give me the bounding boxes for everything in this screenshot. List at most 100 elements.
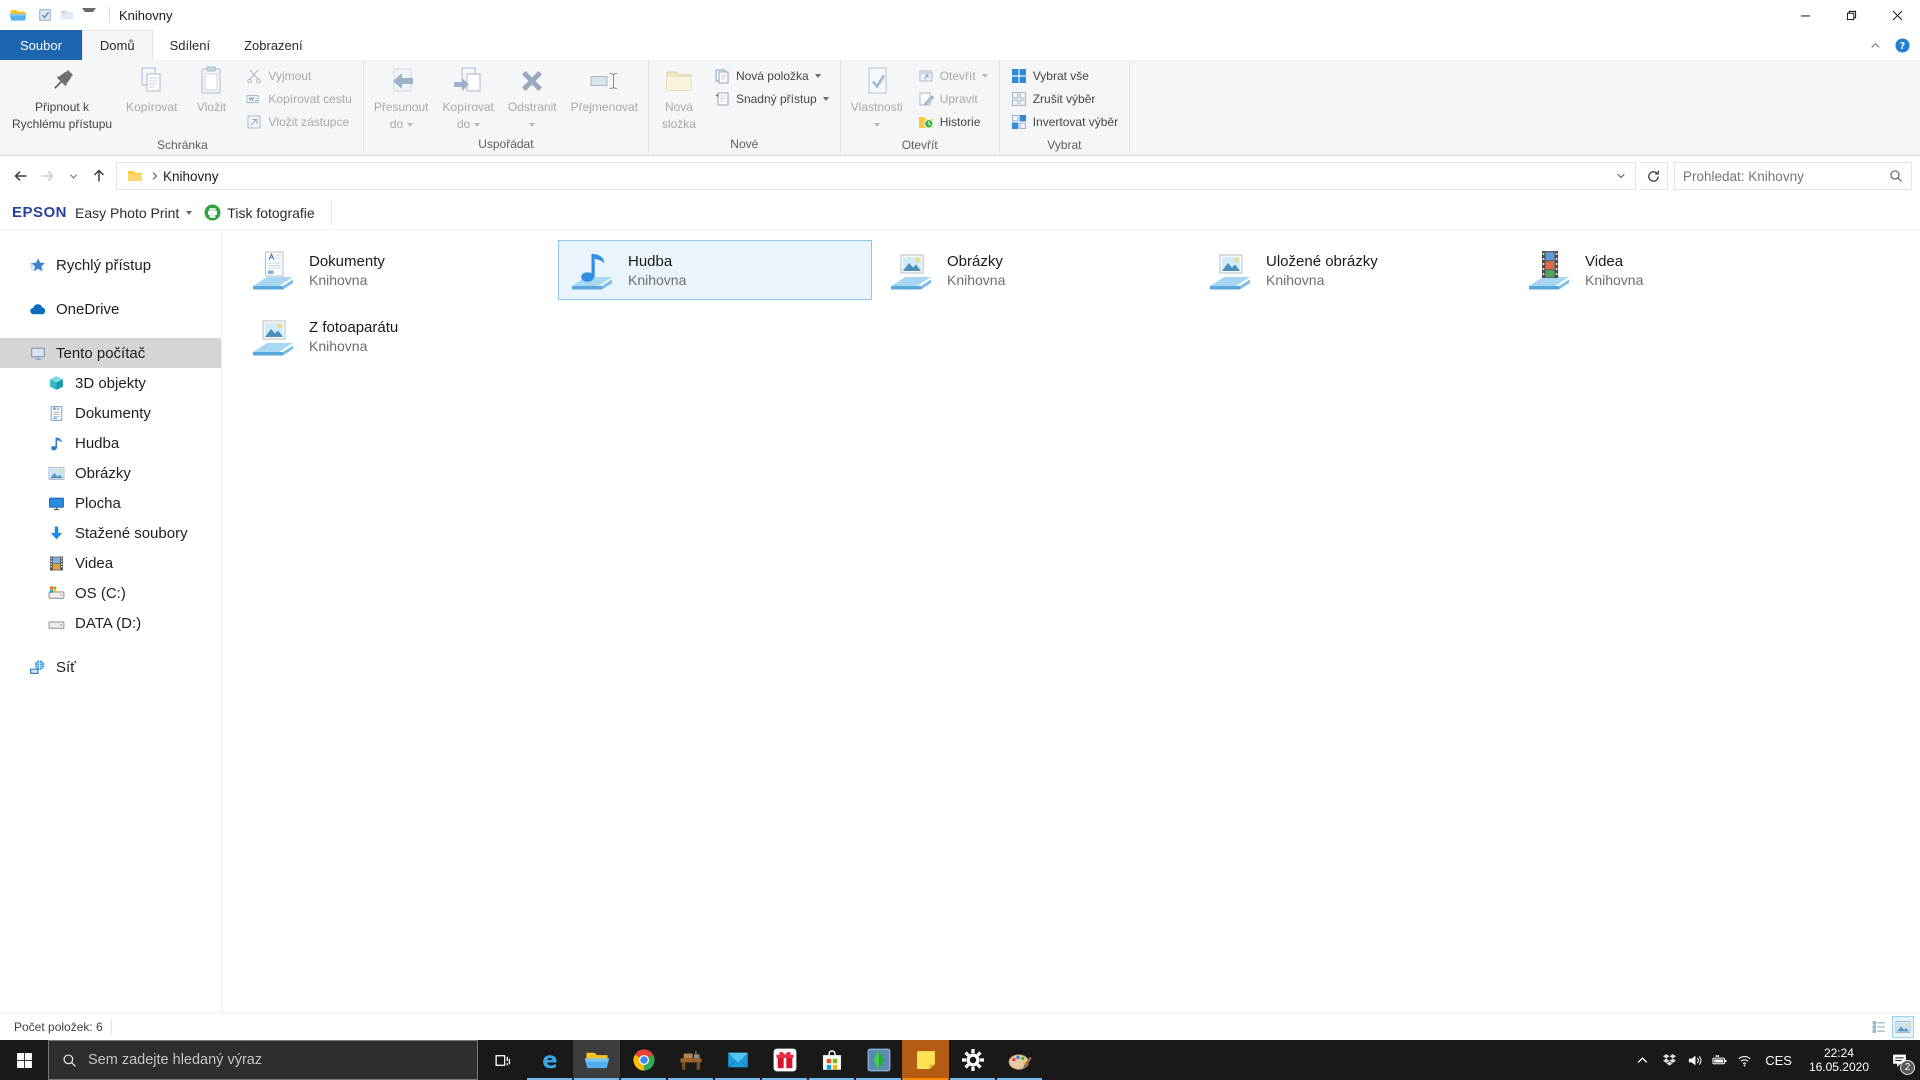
taskbar-app-edge[interactable]: e bbox=[526, 1040, 573, 1080]
ribbon-button-vlastnosti[interactable]: Vlastnosti bbox=[844, 60, 910, 131]
sidebar-item-3d-objekty[interactable]: 3D objekty bbox=[0, 368, 221, 398]
tab-zobrazeni[interactable]: Zobrazení bbox=[227, 30, 320, 60]
battery-button[interactable] bbox=[1707, 1040, 1732, 1080]
dropdown-caret-icon bbox=[473, 122, 480, 127]
restore-button[interactable] bbox=[1828, 0, 1874, 30]
action-center-button[interactable]: 2 bbox=[1878, 1040, 1920, 1080]
print-photo-button[interactable]: Tisk fotografie bbox=[227, 205, 314, 221]
sidebar-item-dokumenty[interactable]: Dokumenty bbox=[0, 398, 221, 428]
sidebar-item-rychly-pristup[interactable]: Rychlý přístup bbox=[0, 250, 221, 280]
show-hidden-icons-button[interactable] bbox=[1627, 1040, 1657, 1080]
ribbon-button-nova-polozka[interactable]: Nová položka bbox=[710, 65, 833, 86]
folder-view[interactable]: Dokumenty Knihovna Hudba Knihovna Obrázky Kni… bbox=[222, 230, 1920, 1012]
cheat-engine-icon bbox=[678, 1047, 704, 1073]
taskbar-app-sticky-notes[interactable] bbox=[902, 1040, 949, 1080]
library-tile-videa[interactable]: Videa Knihovna bbox=[1515, 240, 1829, 300]
refresh-button[interactable] bbox=[1640, 162, 1668, 190]
collapse-ribbon-button[interactable] bbox=[1868, 38, 1883, 53]
tile-type: Knihovna bbox=[1585, 271, 1644, 288]
ribbon-button-presunout-do[interactable]: Přesunout do bbox=[367, 60, 436, 131]
qat-properties-button[interactable] bbox=[34, 4, 56, 26]
sidebar-item-obrazky[interactable]: Obrázky bbox=[0, 458, 221, 488]
clock[interactable]: 22:24 16.05.2020 bbox=[1800, 1046, 1878, 1074]
close-button[interactable] bbox=[1874, 0, 1920, 30]
ribbon-button-nova-slozka[interactable]: Nová složka bbox=[652, 60, 706, 131]
network-icon bbox=[29, 659, 46, 676]
sidebar-item-sit[interactable]: Síť bbox=[0, 652, 221, 682]
forward-button[interactable] bbox=[34, 163, 60, 189]
tab-sdileni[interactable]: Sdílení bbox=[153, 30, 227, 60]
ribbon-button-prejmenovat[interactable]: Přejmenovat bbox=[564, 60, 645, 114]
navigation-bar: Knihovny bbox=[0, 156, 1920, 196]
ribbon-button-vybrat-vse[interactable]: Vybrat vše bbox=[1007, 65, 1122, 86]
library-tile-z-fotoaparatu[interactable]: Z fotoaparátu Knihovna bbox=[239, 306, 553, 366]
taskbar-app-store[interactable] bbox=[808, 1040, 855, 1080]
ribbon-button-upravit[interactable]: Upravit bbox=[914, 88, 992, 109]
sidebar-item-tento-pocitac[interactable]: Tento počítač bbox=[0, 338, 221, 368]
sidebar-item-plocha[interactable]: Plocha bbox=[0, 488, 221, 518]
ribbon-button-snadny-pristup[interactable]: Snadný přístup bbox=[710, 88, 833, 109]
help-button[interactable]: ? bbox=[1895, 37, 1910, 53]
library-tile-obrazky[interactable]: Obrázky Knihovna bbox=[877, 240, 1191, 300]
wifi-button[interactable] bbox=[1732, 1040, 1757, 1080]
sidebar-item-data-d[interactable]: DATA (D:) bbox=[0, 608, 221, 638]
sidebar-item-stazene-soubory[interactable]: Stažené soubory bbox=[0, 518, 221, 548]
ribbon-tabs: Soubor Domů Sdílení Zobrazení ? bbox=[0, 30, 1920, 60]
taskbar-app-sims[interactable] bbox=[855, 1040, 902, 1080]
sidebar-item-videa[interactable]: Videa bbox=[0, 548, 221, 578]
task-view-button[interactable] bbox=[478, 1040, 526, 1080]
tab-soubor[interactable]: Soubor bbox=[0, 30, 82, 60]
search-input[interactable] bbox=[1683, 168, 1889, 184]
ribbon-button-invertovat-vyber[interactable]: Invertovat výběr bbox=[1007, 111, 1122, 132]
taskbar-app-mail[interactable] bbox=[714, 1040, 761, 1080]
epson-dropdown-button[interactable] bbox=[186, 210, 193, 215]
details-view-button[interactable] bbox=[1868, 1016, 1890, 1038]
dropbox-tray-button[interactable] bbox=[1657, 1040, 1682, 1080]
address-bar[interactable]: Knihovny bbox=[116, 162, 1636, 190]
ribbon-button-kopirovat-cestu[interactable]: Kopírovat cestu bbox=[242, 88, 355, 109]
volume-button[interactable] bbox=[1682, 1040, 1707, 1080]
minimize-button[interactable] bbox=[1782, 0, 1828, 30]
sidebar-item-label: Dokumenty bbox=[75, 404, 151, 422]
taskbar-app-settings[interactable] bbox=[949, 1040, 996, 1080]
taskbar-app-cheat-engine[interactable] bbox=[667, 1040, 714, 1080]
thumbnail-view-button[interactable] bbox=[1892, 1015, 1914, 1038]
qat-new-folder-button[interactable] bbox=[56, 4, 78, 26]
library-tile-ulozene-obrazky[interactable]: Uložené obrázky Knihovna bbox=[1196, 240, 1510, 300]
ribbon-button-vlozit-zastupce[interactable]: Vložit zástupce bbox=[242, 111, 355, 132]
back-button[interactable] bbox=[8, 163, 34, 189]
ribbon-button-zrusit-vyber[interactable]: Zrušit výběr bbox=[1007, 88, 1122, 109]
language-indicator[interactable]: CES bbox=[1757, 1053, 1800, 1068]
taskbar-app-chrome[interactable] bbox=[620, 1040, 667, 1080]
qat-customize-button[interactable] bbox=[78, 4, 100, 26]
edge-icon: e bbox=[537, 1047, 563, 1073]
breadcrumb[interactable]: Knihovny bbox=[163, 169, 219, 184]
ribbon-button-otevrit[interactable]: Otevřít bbox=[914, 65, 992, 86]
ribbon-button-vyjmout[interactable]: Vyjmout bbox=[242, 65, 355, 86]
sidebar-item-os-c[interactable]: OS (C:) bbox=[0, 578, 221, 608]
start-button[interactable] bbox=[0, 1040, 48, 1080]
ribbon-button-kopirovat[interactable]: Kopírovat bbox=[119, 60, 184, 114]
taskbar-app-gift-app[interactable] bbox=[761, 1040, 808, 1080]
address-dropdown-button[interactable] bbox=[1615, 170, 1627, 182]
ribbon-button-historie[interactable]: Historie bbox=[914, 111, 992, 132]
ribbon-button-odstranit[interactable]: Odstranit bbox=[501, 60, 564, 131]
tile-name: Hudba bbox=[628, 252, 673, 270]
store-icon bbox=[819, 1047, 845, 1073]
taskbar-app-paint[interactable] bbox=[996, 1040, 1043, 1080]
library-tile-hudba[interactable]: Hudba Knihovna bbox=[558, 240, 872, 300]
sidebar-item-hudba[interactable]: Hudba bbox=[0, 428, 221, 458]
ribbon-button-vlozit[interactable]: Vložit bbox=[184, 60, 238, 114]
ribbon-button-pripnout-k-rychlemu-pristupu[interactable]: Připnout k Rychlému přístupu bbox=[5, 60, 119, 131]
sidebar-item-onedrive[interactable]: OneDrive bbox=[0, 294, 221, 324]
taskbar-search-input[interactable] bbox=[88, 1052, 473, 1068]
svg-text:e: e bbox=[542, 1048, 557, 1073]
up-button[interactable] bbox=[86, 163, 112, 189]
ribbon-button-kopirovat-do[interactable]: Kopírovat do bbox=[436, 60, 501, 131]
taskbar-app-file-explorer[interactable] bbox=[573, 1040, 620, 1080]
library-tile-dokumenty[interactable]: Dokumenty Knihovna bbox=[239, 240, 553, 300]
time: 22:24 bbox=[1823, 1046, 1854, 1060]
tab-domu[interactable]: Domů bbox=[81, 30, 153, 60]
search-icon bbox=[1889, 169, 1903, 183]
recent-locations-button[interactable] bbox=[60, 163, 86, 189]
